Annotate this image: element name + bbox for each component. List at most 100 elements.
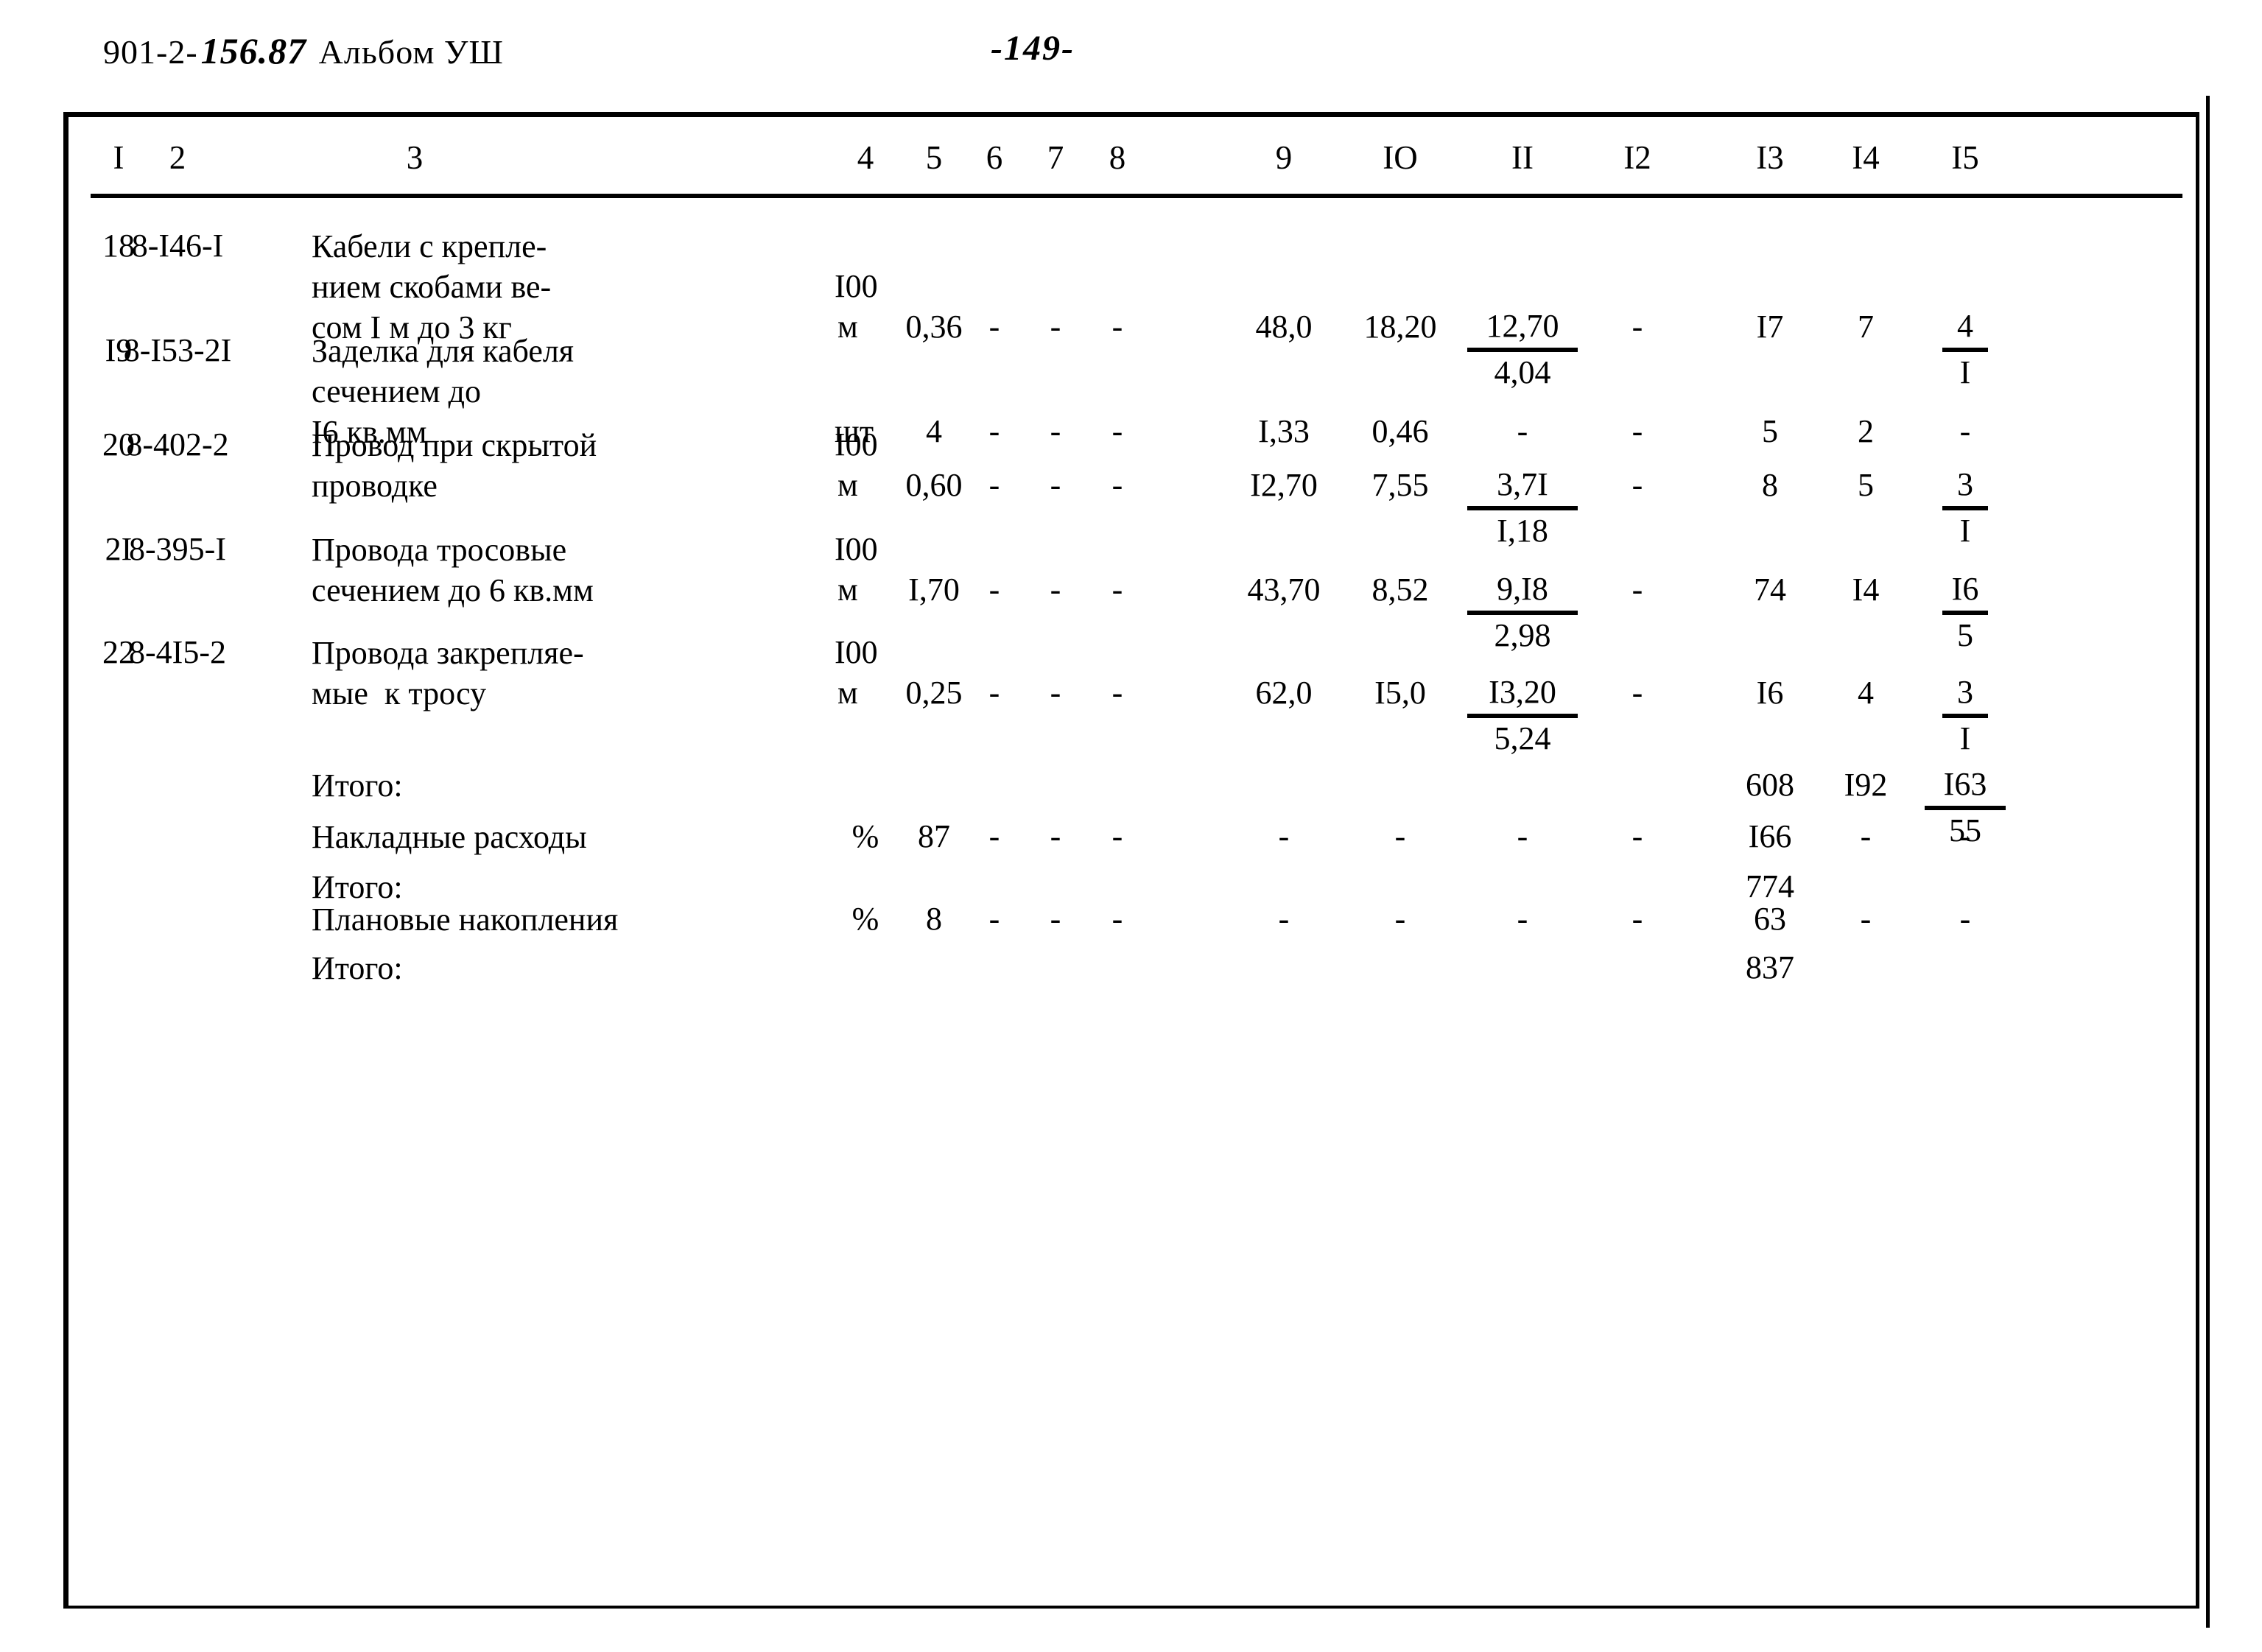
fraction-numerator: 3 <box>1957 466 1973 502</box>
summary-quantity: 8 <box>926 901 942 937</box>
row-col-13: 8 <box>1762 467 1778 503</box>
row-col-11: - <box>1517 413 1528 449</box>
fraction-numerator: 3 <box>1957 674 1973 710</box>
fraction-bar <box>1467 714 1578 718</box>
row-col-14: I4 <box>1852 572 1880 608</box>
summary-col-13: I66 <box>1748 818 1792 854</box>
row-description: Провода закрепляе- мые к тросу <box>312 635 584 711</box>
row-col-13: 5 <box>1762 413 1778 449</box>
fraction-numerator: I3,20 <box>1489 674 1556 710</box>
row-col-9: 43,70 <box>1247 572 1321 608</box>
row-number: 18 <box>102 228 135 264</box>
column-header-II: II <box>1511 139 1534 176</box>
row-unit: м <box>837 572 858 608</box>
page-header: 901-2-156.87 Альбом УШ -149- <box>0 25 2262 84</box>
row-col-8: - <box>1111 413 1123 449</box>
row-col-13: I7 <box>1756 309 1784 345</box>
summary-col-7: - <box>1050 901 1061 937</box>
summary-col-13: 63 <box>1754 901 1786 937</box>
row-col-11-fraction: I3,20 5,24 <box>1467 673 1578 758</box>
fraction-denominator: 2,98 <box>1494 617 1551 653</box>
document-code-prefix: 901-2- <box>103 33 198 71</box>
summary-col-12: - <box>1631 818 1643 854</box>
summary-col-8: - <box>1111 901 1123 937</box>
row-unit: м <box>837 467 858 503</box>
column-header-IO: IO <box>1383 139 1418 176</box>
row-col-11-fraction: 12,70 4,04 <box>1467 307 1578 392</box>
summary-col-11: - <box>1517 901 1528 937</box>
summary-col-7: - <box>1050 818 1061 854</box>
fraction-denominator: 5 <box>1957 617 1973 653</box>
row-code: 8-I53-2I <box>123 332 232 368</box>
row-quantity: 0,25 <box>905 675 963 711</box>
row-quantity: I,70 <box>908 572 960 608</box>
header-separator-rule <box>91 194 2182 198</box>
summary-col-9: - <box>1278 818 1290 854</box>
column-header-3: 3 <box>406 139 424 176</box>
row-col-15-fraction: I6 5 <box>1942 570 1988 655</box>
row-quantity: 0,60 <box>905 467 963 503</box>
row-col-9: I,33 <box>1258 413 1310 449</box>
fraction-bar <box>1467 506 1578 510</box>
row-col-12: - <box>1631 309 1643 345</box>
row-unit-top: I00 <box>835 426 878 463</box>
row-col-15-fraction: 4I <box>1942 307 1988 392</box>
row-quantity: 4 <box>926 413 942 449</box>
summary-col-13: 608 <box>1746 767 1794 803</box>
fraction-denominator: I <box>1959 720 1971 756</box>
page-number: -149- <box>991 29 1075 68</box>
row-unit-top: I00 <box>835 634 878 670</box>
fraction-bar <box>1467 611 1578 615</box>
row-col-6: - <box>988 467 1000 503</box>
row-number: 2I <box>105 531 133 567</box>
row-col-10: 8,52 <box>1371 572 1429 608</box>
row-col-14: 5 <box>1858 467 1874 503</box>
summary-col-15: - <box>1959 818 1971 854</box>
fraction-denominator: 5,24 <box>1494 720 1551 756</box>
row-quantity: 0,36 <box>905 309 963 345</box>
row-col-9: 62,0 <box>1255 675 1313 711</box>
fraction-denominator: I <box>1959 513 1971 549</box>
estimate-table: I 2 3 4 5 6 7 8 9 IO II I2 I3 I4 I5 18 8-I46-I Кабели с к… <box>63 112 2199 1609</box>
summary-col-14: - <box>1860 901 1872 937</box>
row-col-7: - <box>1050 572 1061 608</box>
fraction-bar <box>1925 806 2006 810</box>
column-header-5: 5 <box>925 139 943 176</box>
row-col-10: 7,55 <box>1371 467 1429 503</box>
summary-col-9: - <box>1278 901 1290 937</box>
column-header-9: 9 <box>1275 139 1293 176</box>
row-description: Провода тросовые сечением до 6 кв.мм <box>312 532 594 608</box>
row-col-7: - <box>1050 675 1061 711</box>
column-header-I5: I5 <box>1951 139 1979 176</box>
fraction-numerator: I63 <box>1943 766 1987 802</box>
column-header-I2: I2 <box>1623 139 1651 176</box>
summary-col-11: - <box>1517 818 1528 854</box>
row-col-12: - <box>1631 572 1643 608</box>
row-unit: м <box>837 675 858 711</box>
row-unit-top: I00 <box>835 268 878 304</box>
row-col-6: - <box>988 309 1000 345</box>
summary-col-14: - <box>1860 818 1872 854</box>
row-col-7: - <box>1050 413 1061 449</box>
summary-col-12: - <box>1631 901 1643 937</box>
row-col-12: - <box>1631 467 1643 503</box>
summary-col-14: I92 <box>1844 767 1888 803</box>
row-col-14: 2 <box>1858 413 1874 449</box>
row-description: Провод при скрытой проводке <box>312 427 597 504</box>
summary-unit: % <box>851 818 879 854</box>
fraction-bar <box>1942 714 1988 718</box>
fraction-bar <box>1942 348 1988 352</box>
summary-unit: % <box>851 901 879 937</box>
document-code: 901-2-156.87 Альбом УШ <box>103 29 504 72</box>
fraction-denominator: I,18 <box>1497 513 1548 549</box>
fraction-denominator: I <box>1959 354 1971 390</box>
fraction-numerator: 12,70 <box>1486 308 1559 344</box>
row-col-9: 48,0 <box>1255 309 1313 345</box>
column-header-4: 4 <box>857 139 874 176</box>
column-header-7: 7 <box>1047 139 1064 176</box>
fraction-numerator: I6 <box>1951 571 1979 607</box>
row-col-15: - <box>1959 413 1971 449</box>
summary-col-8: - <box>1111 818 1123 854</box>
row-col-13: I6 <box>1756 675 1784 711</box>
row-col-14: 7 <box>1858 309 1874 345</box>
